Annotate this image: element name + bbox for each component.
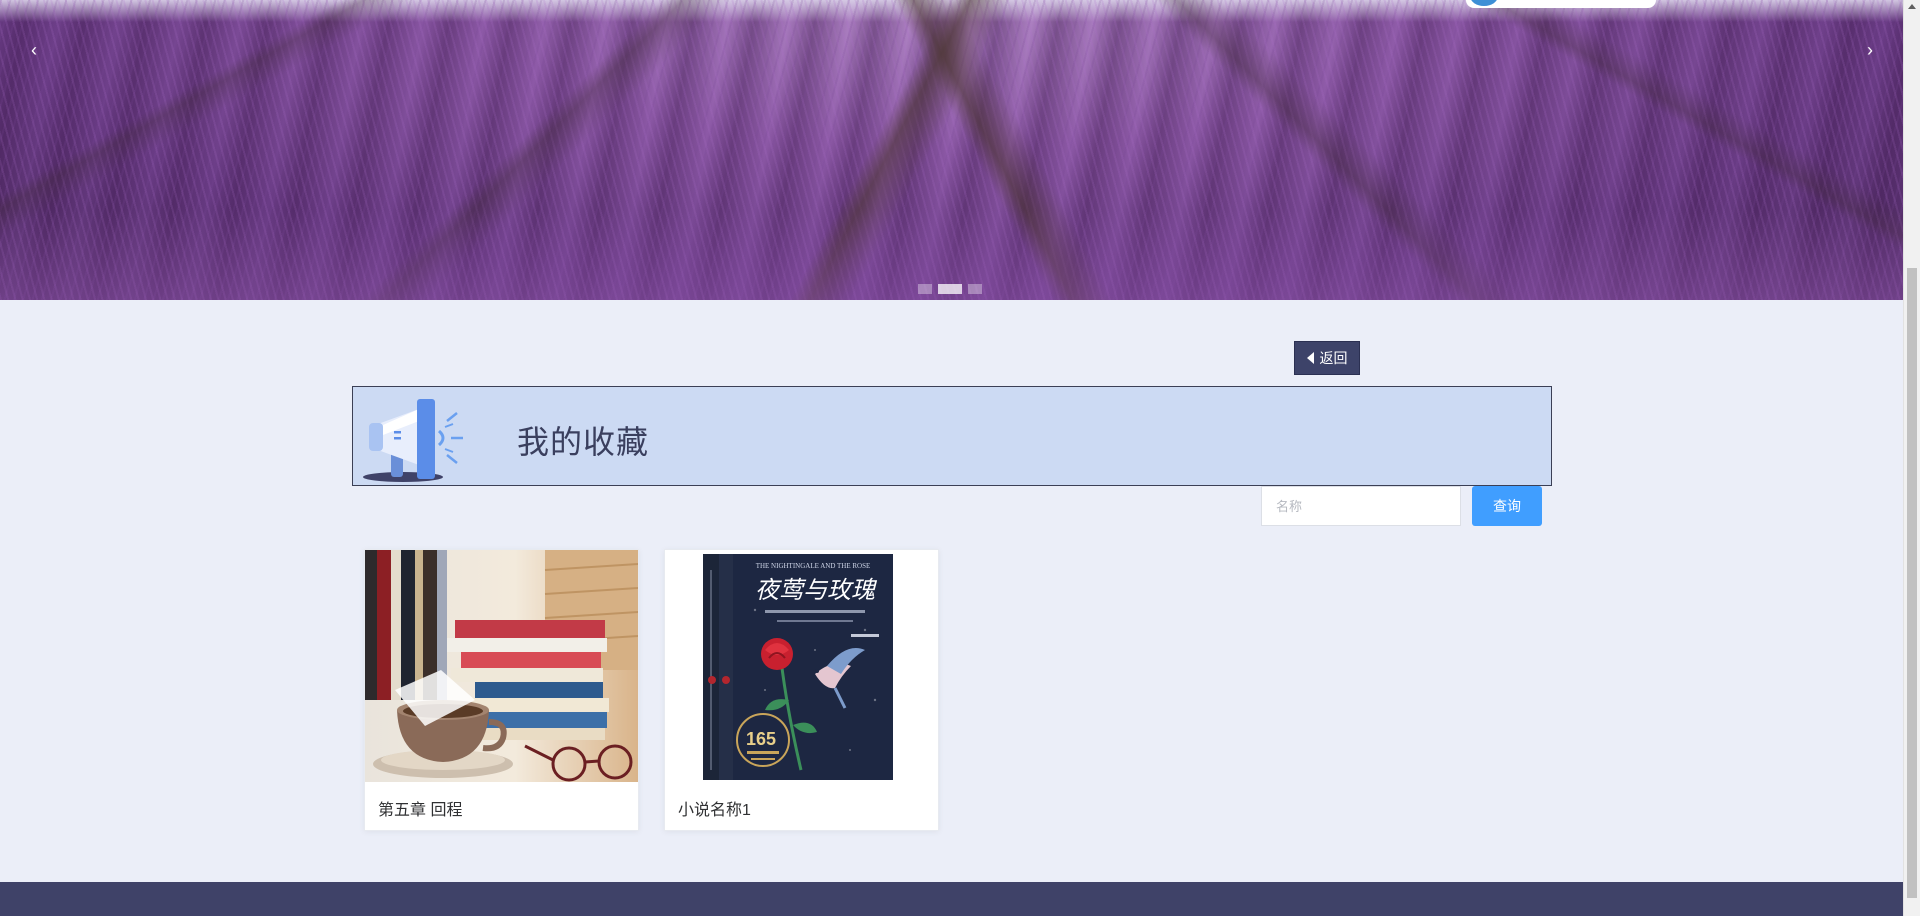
- carousel-indicators: [918, 284, 982, 294]
- favorite-card-title: 第五章 回程: [378, 802, 463, 819]
- search-button[interactable]: 查询: [1472, 486, 1542, 526]
- carousel-indicator-2[interactable]: [938, 284, 962, 294]
- page-footer: [0, 882, 1904, 916]
- caret-left-icon: [1306, 352, 1314, 364]
- back-button-label: 返回: [1319, 350, 1348, 366]
- page: ‹ › 返回 我的收藏 名称 查询 第五章 回程 THE NIGHTINGALE…: [0, 0, 1920, 916]
- favorite-card[interactable]: THE NIGHTINGALE AND THE ROSE 夜莺与玫瑰 165 小…: [664, 549, 939, 831]
- book-chinese-title: 夜莺与玫瑰: [755, 576, 878, 604]
- page-scrollbar[interactable]: [1903, 0, 1920, 916]
- books-coffee-cover[interactable]: [365, 550, 638, 782]
- favorite-card[interactable]: 第五章 回程: [364, 549, 639, 831]
- cover-image: THE NIGHTINGALE AND THE ROSE 夜莺与玫瑰 165: [665, 550, 938, 782]
- name-search-input[interactable]: [1261, 486, 1461, 526]
- scroll-up-icon[interactable]: [1908, 4, 1916, 9]
- scrollbar-thumb[interactable]: [1907, 268, 1917, 898]
- cover-image: [365, 550, 638, 782]
- header-user-pill[interactable]: [1466, 0, 1656, 8]
- favorites-header: 我的收藏: [352, 386, 1552, 486]
- book-english-title: THE NIGHTINGALE AND THE ROSE: [756, 562, 871, 570]
- page-title: 我的收藏: [517, 424, 650, 460]
- back-button[interactable]: 返回: [1294, 341, 1360, 375]
- avatar[interactable]: [1470, 0, 1498, 6]
- chevron-right-icon[interactable]: ›: [1858, 38, 1882, 62]
- carousel-indicator-3[interactable]: [968, 284, 982, 294]
- banner-carousel[interactable]: ‹ ›: [0, 0, 1904, 300]
- nightingale-rose-cover[interactable]: THE NIGHTINGALE AND THE ROSE 夜莺与玫瑰 165: [665, 550, 938, 782]
- book-badge-number: 165: [746, 729, 776, 749]
- favorite-card-title: 小说名称1: [678, 802, 751, 819]
- chevron-left-icon[interactable]: ‹: [22, 38, 46, 62]
- carousel-indicator-1[interactable]: [918, 284, 932, 294]
- megaphone-icon: [363, 399, 463, 482]
